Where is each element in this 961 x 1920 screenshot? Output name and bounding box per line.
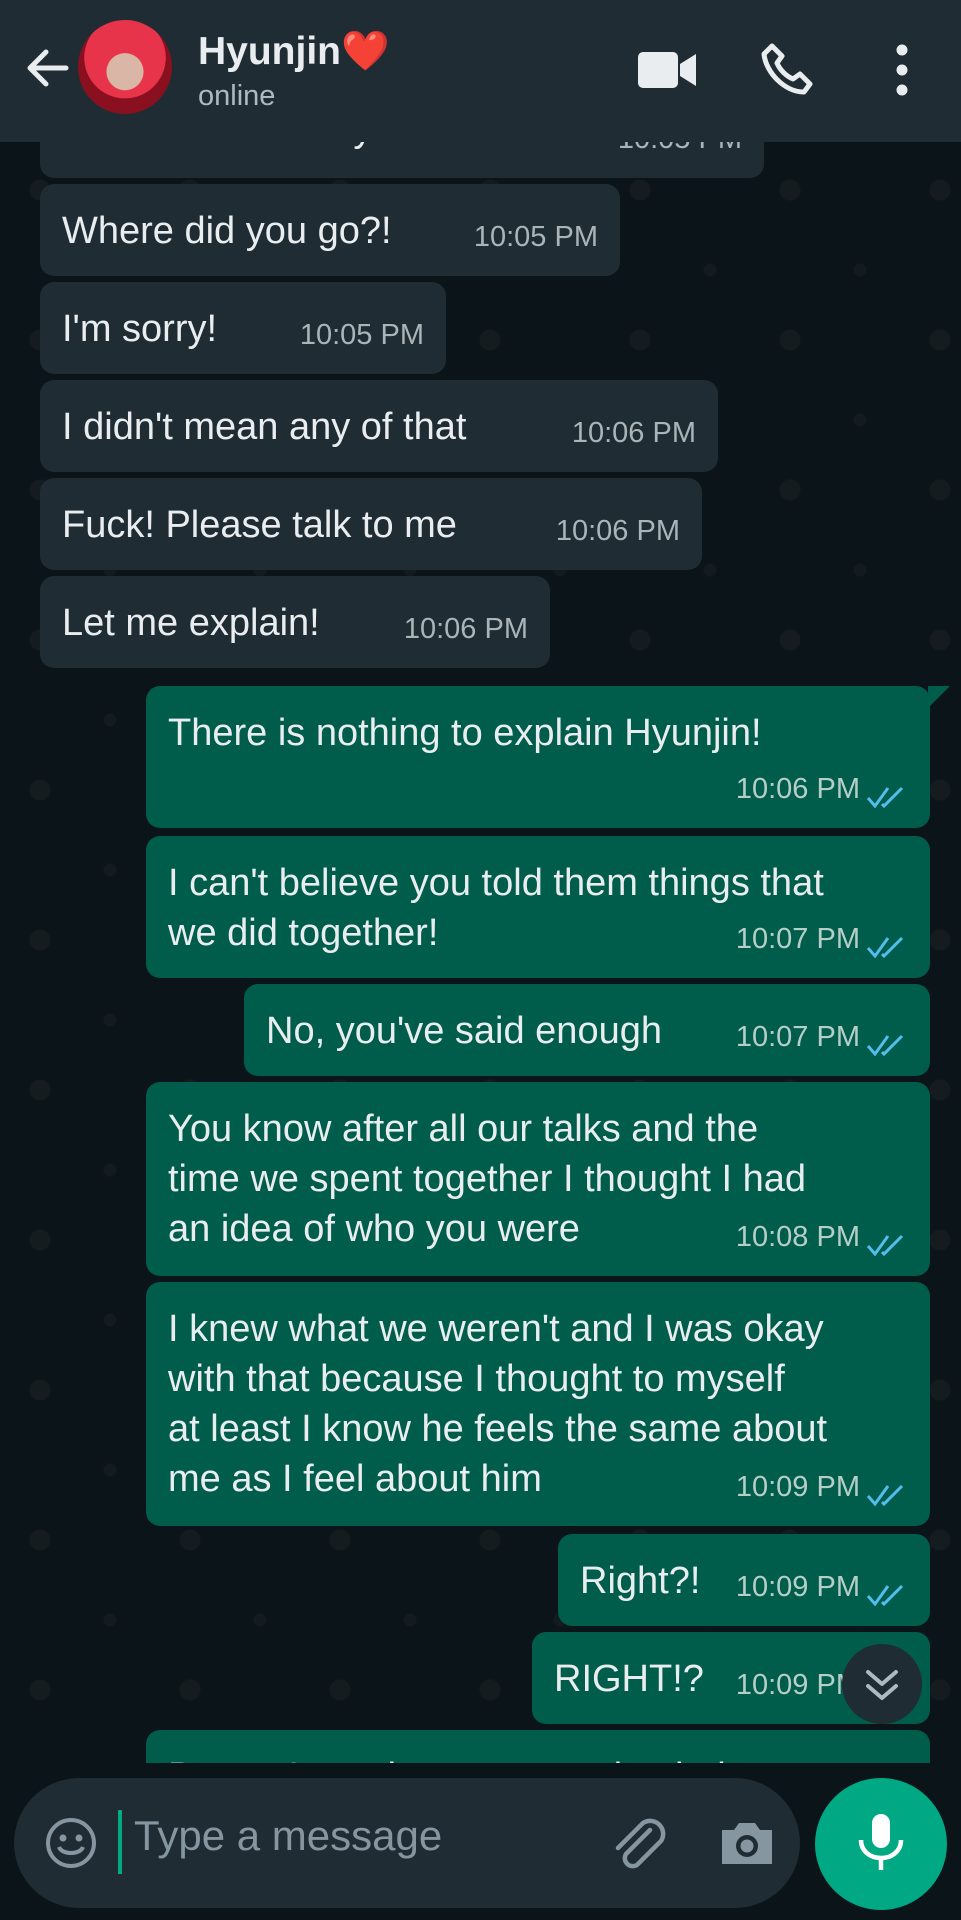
video-call-icon[interactable]	[636, 40, 700, 100]
contact-status: online	[198, 80, 276, 112]
message-time: 10:06 PM	[735, 773, 860, 805]
text-cursor	[118, 1810, 122, 1874]
emoji-icon[interactable]	[44, 1816, 98, 1870]
read-receipt-icon	[866, 1584, 904, 1607]
message-text: time we spent together I thought I had	[168, 1158, 806, 1200]
read-receipt-icon	[866, 786, 904, 809]
contact-name[interactable]: Hyunjin❤️	[198, 28, 390, 74]
message-text: I can't believe you told them things tha…	[168, 862, 824, 904]
message-time: 10:05 PM	[299, 319, 424, 351]
message-text: at least I know he feels the same about	[168, 1408, 828, 1450]
message-composer[interactable]: Type a message	[14, 1778, 800, 1908]
message-bubble-incoming[interactable]: I'm sorry! 10:05 PM	[40, 282, 446, 374]
message-bubble-outgoing[interactable]: Right?! 10:09 PM	[558, 1534, 930, 1626]
message-bubble-outgoing[interactable]: I can't believe you told them things tha…	[146, 836, 930, 978]
read-receipt-icon	[866, 1034, 904, 1057]
message-time: 10:09 PM	[735, 1571, 860, 1603]
bubble-tail	[928, 686, 950, 708]
attach-icon[interactable]	[604, 1810, 670, 1876]
message-input[interactable]: Type a message	[134, 1812, 442, 1860]
message-bubble-incoming[interactable]: Fuck! Please talk to me 10:06 PM	[40, 478, 702, 570]
message-time: 10:06 PM	[555, 515, 680, 547]
read-receipt-icon	[866, 1484, 904, 1507]
double-chevron-down-icon	[866, 1670, 898, 1700]
message-bubble-incoming[interactable]: Let me explain! 10:06 PM	[40, 576, 550, 668]
message-bubble-outgoing[interactable]: I knew what we weren't and I was okay wi…	[146, 1282, 930, 1526]
message-bubble-outgoing[interactable]: You know after all our talks and the tim…	[146, 1082, 930, 1276]
back-arrow-icon[interactable]	[20, 40, 76, 96]
message-time: 10:07 PM	[735, 923, 860, 955]
contact-avatar[interactable]	[78, 20, 172, 114]
message-text: with that because I thought to myself	[168, 1358, 785, 1400]
message-time: 10:06 PM	[571, 417, 696, 449]
message-bubble-incoming[interactable]: I didn't mean any of that 10:06 PM	[40, 380, 718, 472]
message-text: I knew what we weren't and I was okay	[168, 1308, 824, 1350]
more-options-icon[interactable]	[872, 40, 932, 100]
message-time: 10:07 PM	[735, 1021, 860, 1053]
message-text: There is nothing to explain Hyunjin!	[168, 712, 762, 754]
read-receipt-icon	[866, 936, 904, 959]
camera-icon[interactable]	[716, 1812, 778, 1874]
mic-button[interactable]	[815, 1778, 947, 1910]
read-receipt-icon	[866, 1234, 904, 1257]
message-bubble-outgoing[interactable]: There is nothing to explain Hyunjin! 10:…	[146, 686, 930, 828]
voice-call-icon[interactable]	[758, 40, 822, 100]
message-time: 10:08 PM	[735, 1221, 860, 1253]
message-bubble-incoming[interactable]: Where did you go?! 10:05 PM	[40, 184, 620, 276]
chat-header: Hyunjin❤️ online	[0, 0, 961, 142]
message-time: 10:09 PM	[735, 1471, 860, 1503]
message-time: 10:05 PM	[473, 221, 598, 253]
message-bubble-outgoing[interactable]: No, you've said enough 10:07 PM	[244, 984, 930, 1076]
mic-icon	[858, 1814, 904, 1870]
scroll-to-bottom-button[interactable]	[842, 1644, 922, 1724]
message-text: You know after all our talks and the	[168, 1108, 759, 1150]
message-time: 10:06 PM	[403, 613, 528, 645]
